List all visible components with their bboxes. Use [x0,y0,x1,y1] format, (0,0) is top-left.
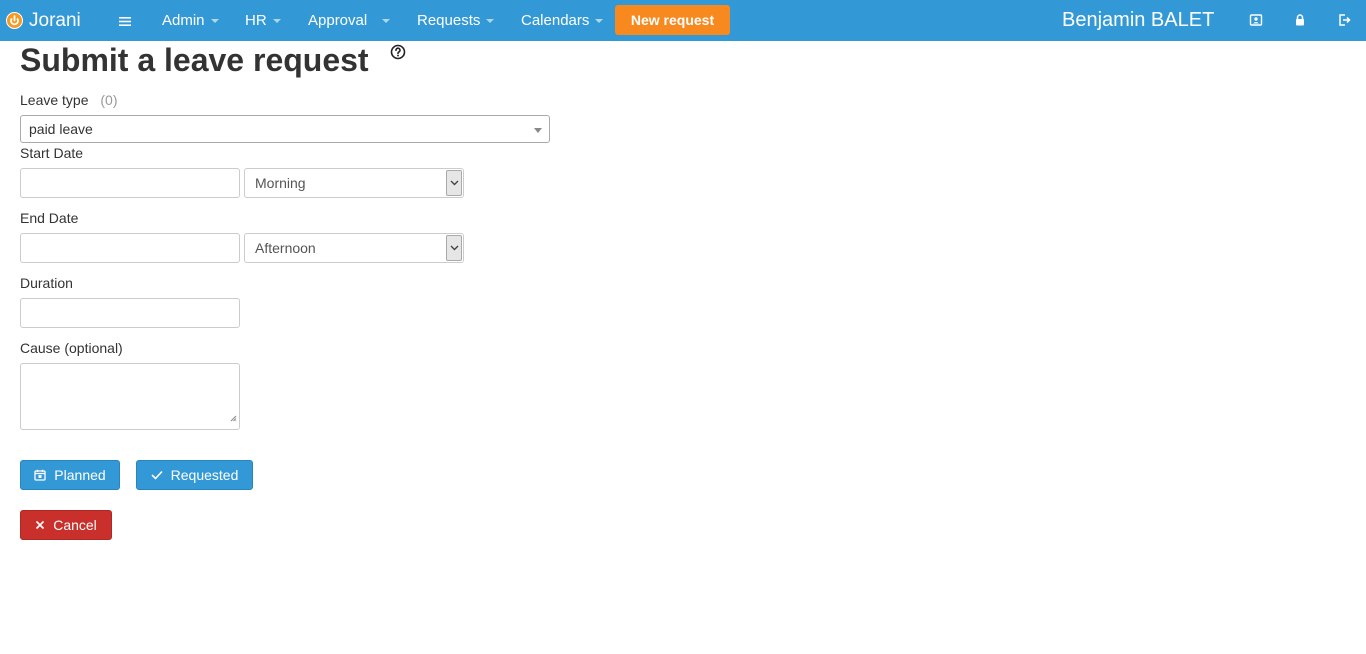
jorani-logo-icon [6,12,23,29]
nav-requests-label: Requests [417,12,481,29]
requested-label: Requested [170,467,239,483]
close-icon [35,520,45,530]
cause-textarea[interactable] [20,363,240,430]
end-date-label: End Date [20,210,79,226]
chevron-down-icon [446,170,462,196]
leave-type-label-text: Leave type [20,92,89,108]
start-date-label: Start Date [20,145,84,161]
top-navbar: Jorani Admin HR Approval Requests Calend… [0,0,1366,41]
end-date-input[interactable] [20,233,240,263]
duration-label: Duration [20,275,73,291]
check-icon [151,470,163,480]
nav-admin-label: Admin [162,12,205,29]
nav-calendars[interactable]: Calendars [521,0,604,41]
nav-approval-label: Approval [308,12,368,29]
planned-label: Planned [54,467,106,483]
requested-button[interactable]: Requested [136,460,253,490]
caret-down-icon [382,19,391,23]
dropdown-arrow-icon [534,128,542,133]
new-request-button[interactable]: New request [615,5,730,35]
cause-label: Cause (optional) [20,340,123,356]
start-half-day-value: Morning [255,175,306,191]
leave-type-select[interactable]: paid leave [20,115,550,143]
planned-button[interactable]: Planned [20,460,120,490]
user-name: Benjamin BALET [1062,9,1215,31]
leave-type-value: paid leave [29,121,93,137]
help-icon[interactable] [390,44,406,65]
cancel-label: Cancel [53,517,97,533]
logout-icon[interactable] [1337,13,1352,28]
hamburger-menu-icon[interactable] [119,14,131,32]
end-half-day-select[interactable]: Afternoon [244,233,464,263]
caret-down-icon [272,19,281,23]
cancel-button[interactable]: Cancel [20,510,112,540]
resize-grip-icon[interactable] [230,409,237,427]
nav-hr[interactable]: HR [245,0,281,41]
nav-requests[interactable]: Requests [417,0,495,41]
nav-admin[interactable]: Admin [162,0,219,41]
leave-type-count: (0) [100,92,118,108]
brand[interactable]: Jorani [6,0,81,41]
caret-down-icon [210,19,219,23]
start-date-input[interactable] [20,168,240,198]
profile-icon[interactable] [1249,13,1264,28]
caret-down-icon [486,19,495,23]
brand-name: Jorani [29,9,81,31]
duration-input[interactable] [20,298,240,328]
end-half-day-value: Afternoon [255,240,316,256]
caret-down-icon [595,19,604,23]
leave-type-label: Leave type (0) [20,92,118,108]
nav-calendars-label: Calendars [521,12,590,29]
nav-hr-label: HR [245,12,267,29]
lock-icon[interactable] [1293,13,1308,28]
chevron-down-icon [446,235,462,261]
page-title: Submit a leave request [20,42,369,78]
start-half-day-select[interactable]: Morning [244,168,464,198]
nav-approval[interactable]: Approval [308,0,391,41]
calendar-icon [34,469,46,481]
